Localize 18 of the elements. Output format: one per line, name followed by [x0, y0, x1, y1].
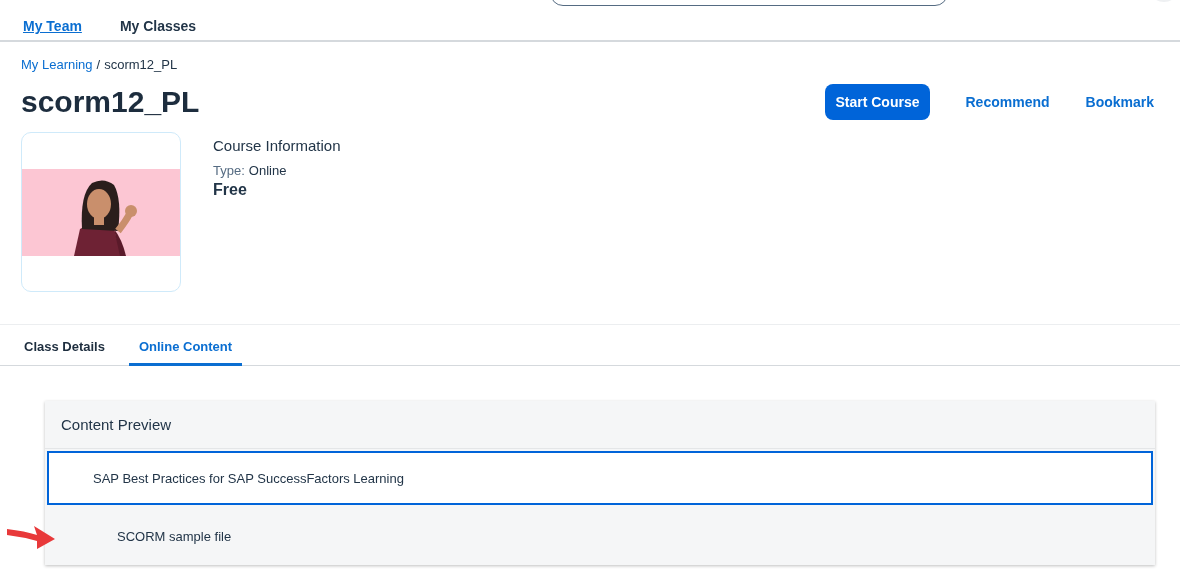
content-item[interactable]: SAP Best Practices for SAP SuccessFactors Learning — [47, 451, 1153, 505]
action-link[interactable]: Recommend — [965, 94, 1050, 110]
price-text: Free — [213, 181, 248, 199]
tab[interactable]: Class Details — [14, 325, 115, 366]
section-heading: Course Information — [213, 137, 341, 154]
breadcrumb-current: scorm12_PL — [104, 57, 178, 72]
type-value: Online — [248, 163, 287, 178]
type-label: Type: — [213, 163, 245, 178]
breadcrumb-separator: / — [96, 57, 101, 72]
page-title: scorm12_PL — [21, 85, 200, 119]
breadcrumb-link[interactable]: My Learning — [21, 57, 93, 72]
content-item[interactable]: SCORM sample file — [47, 507, 1153, 565]
tab[interactable]: Online Content — [128, 325, 243, 366]
start-course-button[interactable]: Start Course — [825, 84, 930, 120]
nav-link[interactable]: My Team — [23, 18, 82, 34]
panel-title: Content Preview — [45, 401, 1155, 449]
nav-link[interactable]: My Classes — [119, 18, 197, 34]
action-link[interactable]: Bookmark — [1085, 94, 1154, 110]
